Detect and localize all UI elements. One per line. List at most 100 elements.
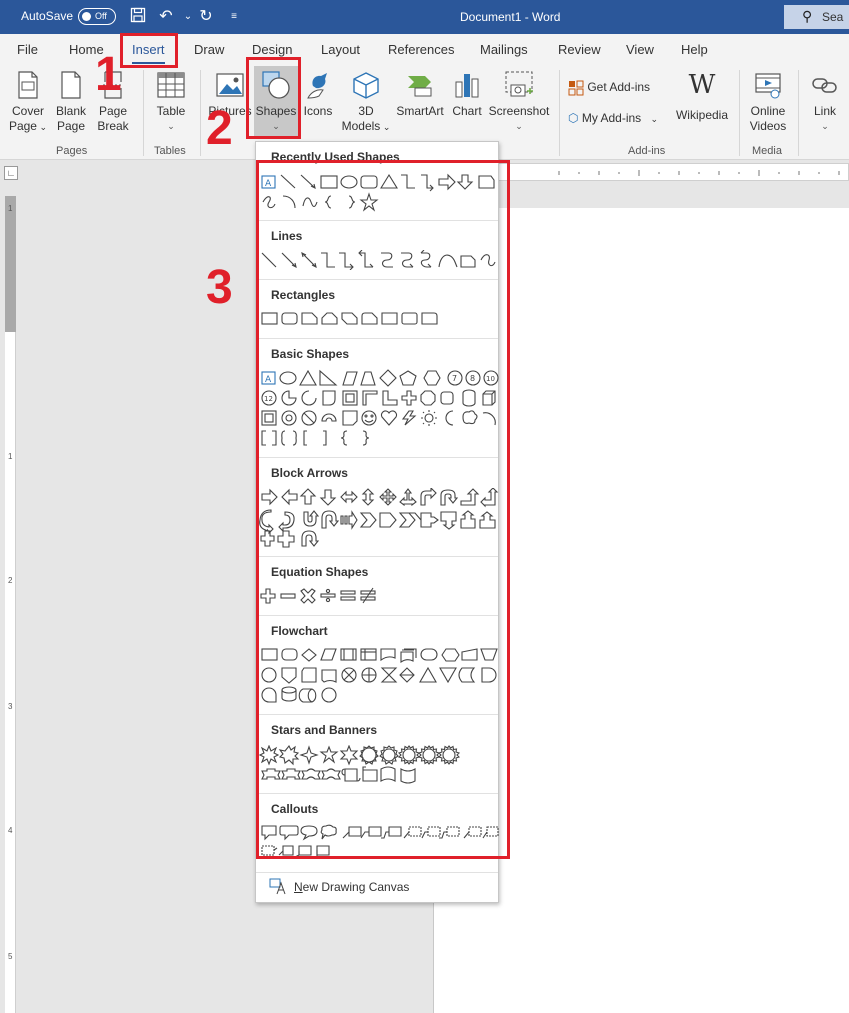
- ruler-number: 5: [8, 952, 13, 961]
- section-divider: [256, 872, 498, 873]
- autosave-toggle[interactable]: Off: [78, 8, 116, 25]
- icons-label: Icons: [303, 104, 333, 118]
- icons-button[interactable]: Icons: [300, 70, 336, 119]
- group-label-tables: Tables: [154, 145, 186, 157]
- annotation-box-shapes-gallery: [256, 160, 510, 859]
- link-button[interactable]: Link ⌄: [806, 70, 844, 134]
- blank-page-line1: Blank: [55, 104, 87, 118]
- my-addins-icon: ⬡: [568, 111, 579, 125]
- cover-page-button[interactable]: Cover Page ⌄: [6, 70, 50, 135]
- chart-button[interactable]: Chart: [448, 70, 486, 119]
- get-addins-icon: [568, 80, 584, 96]
- ribbon-separator: [739, 70, 740, 156]
- annotation-box-insert-tab: [120, 33, 178, 68]
- group-label-addins: Add-ins: [628, 145, 666, 157]
- screenshot-button[interactable]: Screenshot ⌄: [488, 70, 550, 134]
- document-title: Document1 - Word: [460, 10, 561, 24]
- chart-label: Chart: [452, 104, 482, 118]
- title-bar: AutoSave Off ↶ ⌄ ↻ ≡ Document1 - Word ⚲ …: [0, 0, 849, 34]
- smartart-label: SmartArt: [396, 104, 444, 118]
- screenshot-icon: [505, 71, 533, 97]
- screenshot-label: Screenshot: [488, 104, 550, 118]
- online-videos-line1: Online: [750, 104, 786, 118]
- online-video-icon: [755, 73, 781, 99]
- 3d-models-button[interactable]: 3D Models ⌄: [340, 70, 392, 135]
- ruler-number: 1: [8, 204, 13, 213]
- link-icon: [812, 78, 837, 93]
- ruler-number: 2: [8, 576, 13, 585]
- annotation-box-shapes-button: [246, 57, 301, 139]
- 3d-models-line2: Models: [341, 119, 381, 133]
- blank-page-line2: Page: [56, 119, 86, 133]
- ruler-tab-selector[interactable]: ∟: [4, 166, 18, 180]
- cover-page-line2: Page: [8, 119, 37, 133]
- ruler-margin: [5, 196, 16, 332]
- drawing-canvas-icon: [269, 878, 286, 895]
- wikipedia-button[interactable]: W Wikipedia: [672, 70, 732, 123]
- tab-design[interactable]: Design: [252, 42, 292, 57]
- get-addins-label: Get Add-ins: [587, 80, 651, 95]
- smartart-button[interactable]: SmartArt: [394, 70, 446, 119]
- table-dropdown-icon: ⌄: [167, 121, 175, 131]
- horizontal-ruler[interactable]: [498, 163, 849, 181]
- undo-dropdown-icon[interactable]: ⌄: [178, 7, 198, 27]
- ruler-number: 4: [8, 826, 13, 835]
- cover-page-icon: [18, 71, 38, 99]
- wikipedia-label: Wikipedia: [675, 108, 729, 122]
- new-drawing-canvas-accelerator: N: [294, 880, 303, 894]
- tab-review[interactable]: Review: [558, 42, 601, 57]
- ruler-number: 1: [8, 452, 13, 461]
- ribbon-separator: [143, 70, 144, 156]
- blank-page-button[interactable]: Blank Page: [52, 70, 90, 134]
- search-icon: ⚲: [802, 8, 813, 24]
- ruler-number: 3: [8, 702, 13, 711]
- new-drawing-canvas-label: New Drawing Canvas: [294, 880, 409, 894]
- wikipedia-icon: W: [688, 70, 716, 100]
- my-addins-label: My Add-ins: [581, 111, 642, 125]
- 3d-models-line1: 3D: [358, 104, 374, 118]
- annotation-number-3: 3: [206, 261, 233, 314]
- toggle-knob: [82, 12, 91, 21]
- new-drawing-canvas-item[interactable]: New Drawing Canvas: [269, 878, 409, 899]
- ribbon-separator: [559, 70, 560, 156]
- group-label-pages: Pages: [56, 145, 88, 157]
- tab-file[interactable]: File: [17, 42, 38, 57]
- get-addins-button[interactable]: Get Add-ins: [568, 80, 650, 96]
- online-videos-line2: Videos: [749, 119, 787, 133]
- my-addins-dropdown-icon: ⌄: [650, 114, 659, 124]
- search-placeholder: Sea: [822, 10, 844, 24]
- table-label: Table: [156, 104, 186, 118]
- customize-qat-icon[interactable]: ≡: [224, 7, 244, 27]
- search-box[interactable]: ⚲ Sea: [784, 5, 849, 29]
- page-break-line1: Page: [98, 104, 128, 118]
- tab-layout[interactable]: Layout: [321, 42, 360, 57]
- tab-view[interactable]: View: [626, 42, 654, 57]
- online-videos-button[interactable]: Online Videos: [744, 70, 792, 134]
- tab-mailings[interactable]: Mailings: [480, 42, 528, 57]
- ruler-ticks: [558, 170, 840, 176]
- pictures-icon: [216, 73, 244, 97]
- save-icon[interactable]: [128, 7, 148, 27]
- table-button[interactable]: Table ⌄: [150, 70, 192, 134]
- ribbon-separator: [200, 70, 201, 156]
- redo-icon[interactable]: ↻: [196, 7, 216, 27]
- icons-icon: [307, 73, 327, 99]
- toggle-state: Off: [95, 11, 107, 21]
- 3d-cube-icon: [353, 72, 379, 99]
- link-label: Link: [813, 104, 836, 118]
- tab-references[interactable]: References: [388, 42, 454, 57]
- tab-draw[interactable]: Draw: [194, 42, 224, 57]
- autosave-label: AutoSave: [21, 9, 74, 23]
- link-dropdown-icon: ⌄: [821, 121, 829, 131]
- tab-help[interactable]: Help: [681, 42, 708, 57]
- page-break-line2: Break: [97, 119, 129, 133]
- undo-icon[interactable]: ↶: [156, 7, 176, 27]
- new-drawing-canvas-text: ew Drawing Canvas: [302, 880, 410, 894]
- annotation-number-1: 1: [95, 48, 122, 101]
- vertical-ruler[interactable]: 1 1 2 3 4 5: [5, 196, 16, 1013]
- my-addins-button[interactable]: ⬡ My Add-ins ⌄: [568, 111, 658, 125]
- ribbon-separator: [798, 70, 799, 156]
- cover-page-line1: Cover: [11, 104, 44, 118]
- screenshot-dropdown-icon: ⌄: [515, 121, 523, 131]
- blank-page-icon: [61, 71, 81, 99]
